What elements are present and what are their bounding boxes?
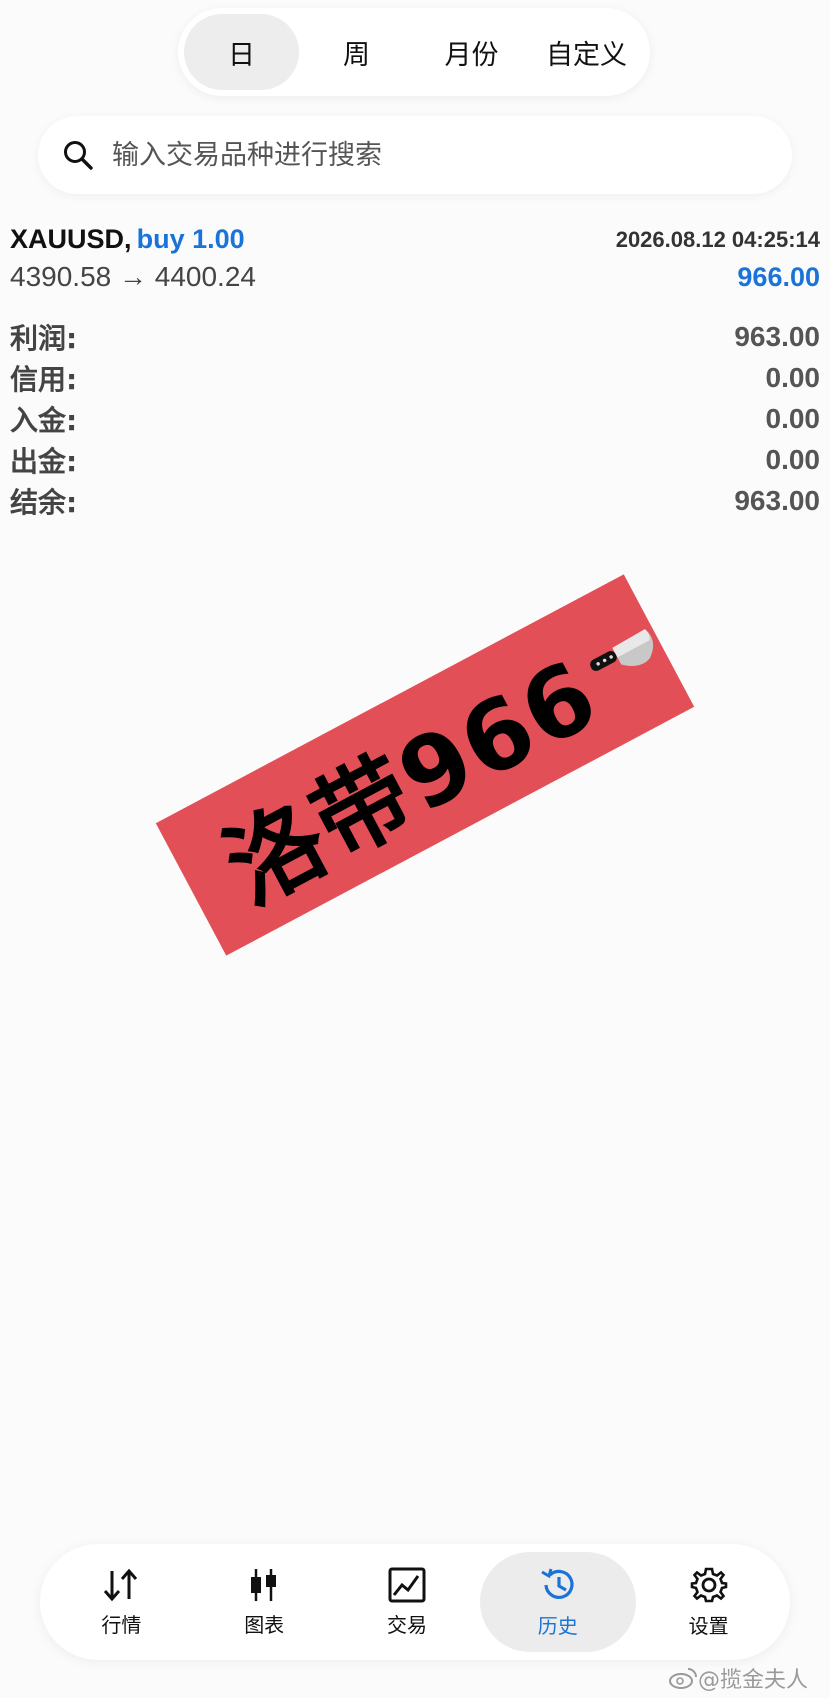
tab-trade[interactable]: 交易 xyxy=(337,1552,477,1652)
tab-label: 历史 xyxy=(537,1613,578,1638)
history-clock-icon xyxy=(541,1568,574,1599)
tab-label: 行情 xyxy=(101,1612,142,1637)
tab-charts[interactable]: 图表 xyxy=(194,1552,334,1652)
search-bar[interactable] xyxy=(38,116,792,194)
summary-value: 963.00 xyxy=(734,484,820,516)
summary-value: 963.00 xyxy=(734,320,820,352)
summary-value: 0.00 xyxy=(765,402,821,434)
tab-label: 设置 xyxy=(688,1613,729,1638)
summary-label: 入金: xyxy=(10,403,78,437)
summary-row-withdrawal: 出金: 0.00 xyxy=(10,439,820,480)
summary-label: 利润: xyxy=(10,321,78,355)
tab-custom[interactable]: 自定义 xyxy=(529,14,644,90)
candlestick-chart-icon xyxy=(251,1568,277,1601)
watermark-text: @揽金夫人 xyxy=(698,1668,809,1693)
bottom-tab-bar: 行情 图表 交易 历史 设置 xyxy=(40,1544,790,1660)
tab-label: 图表 xyxy=(244,1612,285,1637)
deal-time: 2026.08.12 04:25:14 xyxy=(615,226,820,252)
deal-symbol: XAUUSD, xyxy=(10,224,132,254)
summary-value: 0.00 xyxy=(765,361,821,393)
quotes-arrows-icon xyxy=(104,1568,138,1601)
tab-quotes[interactable]: 行情 xyxy=(51,1552,191,1652)
deal-prices: 4390.58 → 4400.24 xyxy=(10,261,256,292)
summary-label: 出金: xyxy=(10,444,78,478)
tab-label: 交易 xyxy=(386,1612,427,1637)
gear-icon xyxy=(690,1567,727,1602)
knife-icon xyxy=(590,628,654,671)
summary-row-balance: 结余: 963.00 xyxy=(10,480,820,521)
watermark: @揽金夫人 xyxy=(668,1662,808,1694)
deal-profit: 966.00 xyxy=(737,261,820,292)
summary-row-deposit: 入金: 0.00 xyxy=(10,398,820,439)
period-segmented-control: 日 周 月份 自定义 xyxy=(178,8,650,96)
weibo-icon xyxy=(669,1668,697,1689)
deal-direction: buy 1.00 xyxy=(136,224,245,254)
tab-history[interactable]: 历史 xyxy=(479,1552,636,1652)
tab-settings[interactable]: 设置 xyxy=(639,1552,779,1652)
account-summary: 利润: 963.00 信用: 0.00 入金: 0.00 出金: 0.00 结余… xyxy=(10,316,820,521)
summary-row-profit: 利润: 963.00 xyxy=(10,316,820,357)
summary-label: 结余: xyxy=(10,485,78,519)
tab-week[interactable]: 周 xyxy=(299,14,414,90)
tab-day[interactable]: 日 xyxy=(184,14,299,90)
search-input[interactable] xyxy=(110,138,734,172)
summary-value: 0.00 xyxy=(765,443,821,475)
tab-month[interactable]: 月份 xyxy=(414,14,529,90)
summary-row-credit: 信用: 0.00 xyxy=(10,357,820,398)
sticker-text: 洛带966 xyxy=(207,637,616,926)
summary-label: 信用: xyxy=(10,362,78,396)
trade-line-chart-icon xyxy=(388,1567,426,1602)
red-sticker-banner: 洛带966 xyxy=(155,574,695,956)
search-icon xyxy=(64,141,93,170)
deal-record[interactable]: XAUUSD, buy 1.00 2026.08.12 04:25:14 439… xyxy=(10,224,820,293)
